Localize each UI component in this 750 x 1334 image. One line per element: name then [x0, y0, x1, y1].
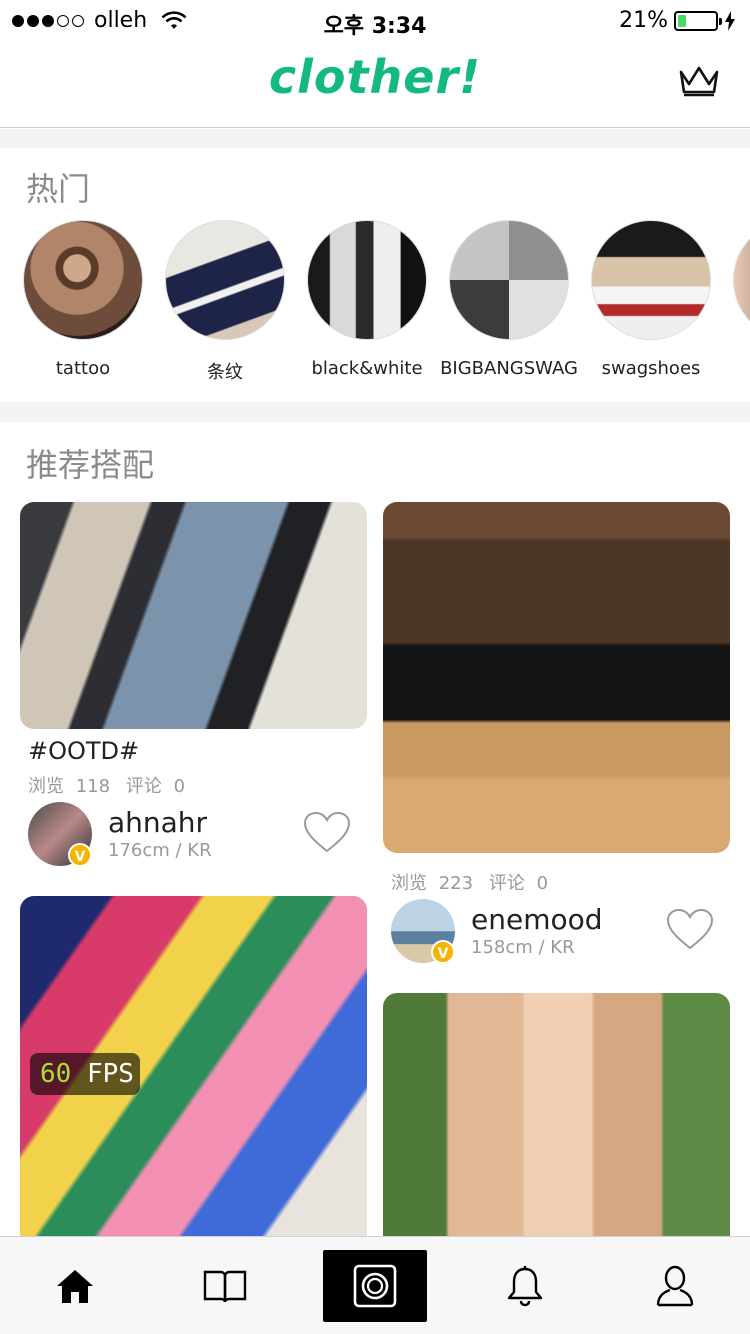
views-count: 118	[75, 776, 111, 797]
app-header: clother!	[0, 40, 750, 128]
trend-label: swagshoes	[601, 358, 701, 379]
trend-item-stripes[interactable]: 条纹	[154, 220, 296, 384]
user-name[interactable]: enemood	[471, 903, 603, 936]
status-right: 21%	[619, 8, 736, 33]
trend-thumbnail	[165, 220, 285, 340]
status-bar: olleh 오후 3:34 21%	[0, 0, 750, 40]
trend-thumbnail	[591, 220, 711, 340]
tab-profile[interactable]	[600, 1237, 750, 1334]
card-stats: 浏览 118 评论 0	[28, 772, 185, 798]
trend-item-partial[interactable]	[722, 220, 750, 340]
tab-camera[interactable]	[323, 1250, 427, 1322]
battery-icon	[674, 10, 722, 31]
home-icon	[57, 1270, 93, 1303]
card-title: #OOTD#	[28, 737, 140, 765]
user-meta: 158cm / KR	[471, 937, 575, 958]
comments-count: 0	[536, 873, 549, 894]
outfit-photo[interactable]	[383, 993, 730, 1256]
trending-title: 热门	[26, 170, 91, 208]
section-divider	[0, 129, 750, 148]
trend-thumbnail	[307, 220, 427, 340]
trend-item-swagshoes[interactable]: swagshoes	[580, 220, 722, 379]
card-stats: 浏览 223 评论 0	[391, 869, 548, 895]
tab-notifications[interactable]	[450, 1237, 600, 1334]
charging-bolt-icon	[725, 10, 735, 31]
trend-label: tattoo	[55, 358, 111, 379]
user-name[interactable]: ahnahr	[108, 806, 207, 839]
views-count: 223	[438, 873, 474, 894]
views-label: 浏览	[391, 873, 427, 894]
fps-value: 60	[40, 1059, 72, 1089]
profile-icon	[656, 1265, 694, 1307]
like-heart-icon[interactable]	[666, 908, 714, 950]
trending-list[interactable]: tattoo 条纹 black&white BIGBANGSWAG swagsh…	[0, 220, 750, 390]
camera-icon	[353, 1264, 397, 1308]
trend-thumbnail	[449, 220, 569, 340]
trend-item-bigbangswag[interactable]: BIGBANGSWAG	[438, 220, 580, 379]
verified-badge-icon: V	[431, 940, 455, 964]
tab-magazine[interactable]	[150, 1237, 300, 1334]
app-logo: clother!	[268, 50, 482, 104]
comments-label: 评论	[125, 776, 162, 797]
trend-item-black-white[interactable]: black&white	[296, 220, 438, 379]
trend-thumbnail	[733, 220, 750, 340]
like-heart-icon[interactable]	[303, 811, 351, 853]
comments-count: 0	[173, 776, 186, 797]
tab-bar	[0, 1236, 750, 1334]
tab-home[interactable]	[0, 1237, 150, 1334]
crown-icon[interactable]	[678, 64, 720, 98]
section-divider	[0, 402, 750, 422]
user-meta: 176cm / KR	[108, 840, 212, 861]
book-icon	[203, 1270, 247, 1303]
outfit-photo[interactable]	[383, 502, 730, 853]
battery-fill	[678, 14, 686, 27]
outfit-photo[interactable]	[20, 502, 367, 729]
fps-overlay: 60 FPS	[30, 1053, 140, 1095]
verified-badge-icon: V	[68, 843, 92, 867]
trend-thumbnail	[23, 220, 143, 340]
trend-label: black&white	[311, 358, 423, 379]
views-label: 浏览	[28, 776, 64, 797]
trend-item-tattoo[interactable]: tattoo	[12, 220, 154, 379]
trend-label: 条纹	[207, 362, 243, 383]
battery-percent: 21%	[619, 8, 668, 33]
trend-label: BIGBANGSWAG	[440, 358, 578, 379]
bell-icon	[507, 1266, 543, 1307]
recommended-title: 推荐搭配	[26, 446, 155, 484]
comments-label: 评论	[488, 873, 525, 894]
fps-unit: FPS	[86, 1059, 134, 1089]
